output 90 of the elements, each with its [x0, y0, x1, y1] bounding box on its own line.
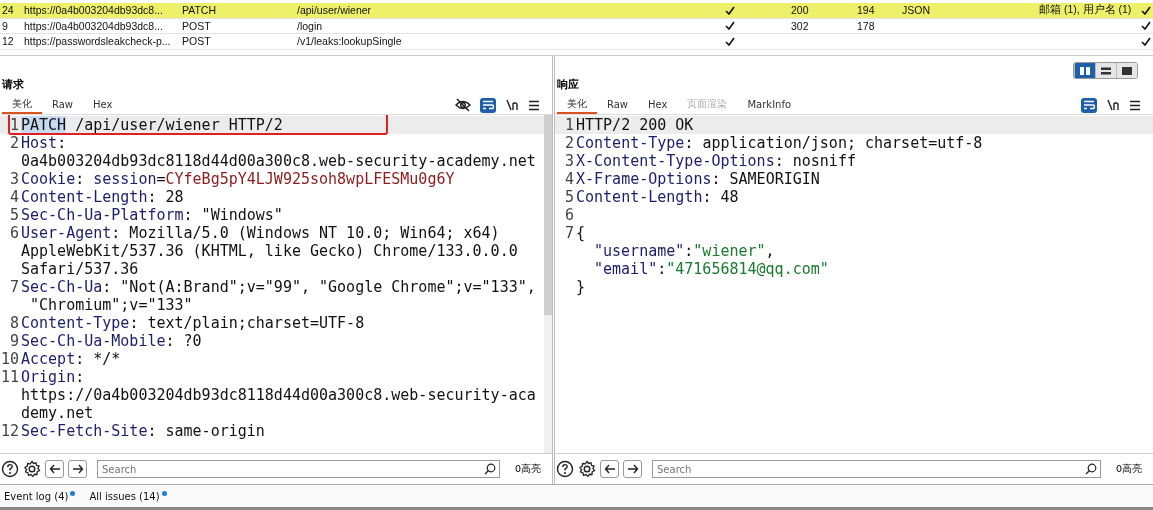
- code-line: 7 Sec-Ch-Ua: "Not(A:Brand";v="99", "Google Chrome";v="133",: [8, 278, 537, 296]
- url-cell-text: /login: [297, 19, 324, 32]
- length-cell-text: 178: [857, 19, 876, 32]
- status-cell-text: 200: [791, 4, 810, 17]
- settings-icon[interactable]: [23, 460, 41, 478]
- search-field[interactable]: Search: [652, 460, 1101, 478]
- back-button[interactable]: [600, 460, 619, 478]
- layout-toggle-button[interactable]: [1074, 63, 1095, 78]
- history-row[interactable]: 12 https://passwordsleakcheck-p... POST /v1/leaks:lookupSingle: [0, 34, 1153, 50]
- wrap-lines-icon[interactable]: [1081, 97, 1097, 113]
- notes-cell-text: 邮箱 (1), 用户名 (1): [1039, 3, 1133, 18]
- code-line: "email":"471656814@qq.com": [593, 260, 830, 278]
- method-cell-text: POST: [182, 19, 212, 32]
- code-line: 3 Cookie: session=CYfeBg5pY4LJW925soh8wpLFESMu0g6Y: [8, 170, 456, 188]
- eye-slash-icon[interactable]: [455, 98, 471, 112]
- columns-icon: [1079, 65, 1091, 76]
- code-line: 11 Origin:: [0, 368, 86, 386]
- editor-tab[interactable]: Hex: [638, 96, 678, 114]
- host-cell-text: https://0a4b003204db93dc8...: [24, 4, 164, 17]
- code-line: 7{: [563, 224, 587, 242]
- status-cell-text: 302: [791, 19, 810, 32]
- host-cell-text: https://passwordsleakcheck-p...: [24, 35, 172, 48]
- layout-toggle-button[interactable]: [1095, 63, 1116, 78]
- row-number: 12: [1, 35, 15, 48]
- url-cell-text: /api/user/wiener: [297, 4, 373, 17]
- scrollbar-thumb[interactable]: [544, 115, 552, 315]
- forward-button[interactable]: [623, 460, 642, 478]
- panel-title: 请求: [2, 77, 24, 92]
- code-line: https://0a4b003204db93dc8118d44d00a300c8.web-security-aca: [20, 386, 537, 404]
- editor-tab[interactable]: Hex: [83, 96, 123, 114]
- search-field[interactable]: Search: [97, 460, 500, 478]
- rows-icon: [1100, 65, 1112, 76]
- code-line: }: [575, 278, 587, 296]
- code-line: 0a4b003204db93dc8118d44d00a300c8.web-security-academy.net: [20, 152, 537, 170]
- history-row[interactable]: 24 https://0a4b003204db93dc8... PATCH /api/user/wiener 200 194 JSON 邮箱 (1), 用户名 (1): [0, 3, 1153, 19]
- highlight-count: 0高亮: [1114, 462, 1143, 476]
- code-line: 10Accept: */*: [0, 350, 122, 368]
- status-tab[interactable]: Event log (4): [4, 490, 69, 502]
- menu-icon[interactable]: [1129, 99, 1141, 111]
- code-line: 5 Content-Length: 48: [563, 188, 740, 206]
- editor-tab[interactable]: 美化: [2, 96, 42, 114]
- host-cell-text: https://0a4b003204db93dc8...: [24, 19, 164, 32]
- code-line: 2 Content-Type: application/json; charset=utf-8: [563, 134, 984, 152]
- left-arrow-icon: [603, 464, 616, 474]
- newline-icon[interactable]: [1106, 99, 1120, 111]
- help-icon[interactable]: [556, 460, 574, 478]
- layout-toggle-button[interactable]: [1116, 63, 1137, 78]
- code-line: 8 Content-Type: text/plain;charset=UTF-8: [8, 314, 366, 332]
- code-line: 4Content-Length: 28: [8, 188, 185, 206]
- url-cell-text: /v1/leaks:lookupSingle: [297, 35, 403, 48]
- settings-icon[interactable]: [578, 460, 596, 478]
- row-number: 9: [1, 19, 9, 32]
- code-line: 3X-Content-Type-Options: nosniff: [563, 152, 857, 170]
- code-line: 9 Sec-Ch-Ua-Mobile: ?0: [8, 332, 203, 350]
- square-icon: [1121, 65, 1133, 76]
- method-cell-text: POST: [182, 35, 212, 48]
- search-icon[interactable]: [484, 463, 496, 475]
- code-line: 6: [563, 206, 575, 224]
- code-line: demy.net: [20, 404, 95, 422]
- code-line: 5 Sec-Ch-Ua-Platform: "Windows": [8, 206, 284, 224]
- code-line: 6 User-Agent: Mozilla/5.0 (Windows NT 10.0; Win64; x64): [8, 224, 501, 242]
- editor-tab[interactable]: Raw: [42, 96, 84, 114]
- forward-button[interactable]: [68, 460, 87, 478]
- code-line: "username":"wiener",: [593, 242, 776, 260]
- right-arrow-icon: [71, 464, 84, 474]
- newline-icon[interactable]: [505, 99, 519, 111]
- code-line: Safari/537.36: [20, 260, 140, 278]
- wrap-lines-icon[interactable]: [480, 97, 496, 113]
- code-line: 12 Sec-Fetch-Site: same-origin: [0, 422, 266, 440]
- history-row[interactable]: 9 https://0a4b003204db93dc8... POST /login 302 178: [0, 18, 1153, 34]
- editor-tab[interactable]: Raw: [597, 96, 639, 114]
- row-number: 24: [1, 4, 15, 17]
- editor-tab[interactable]: MarkInfo: [737, 96, 802, 114]
- code-line: 2 Host:: [8, 134, 68, 152]
- code-line: "Chromium";v="133": [29, 296, 194, 314]
- mime-cell-text: JSON: [902, 4, 931, 17]
- method-cell-text: PATCH: [182, 4, 218, 17]
- right-arrow-icon: [626, 464, 639, 474]
- code-line: AppleWebKit/537.36 (KHTML, like Gecko) Chrome/133.0.0.0: [20, 242, 519, 260]
- panel-title: 响应: [557, 77, 579, 92]
- status-tab[interactable]: All issues (14): [89, 490, 160, 502]
- search-icon[interactable]: [1085, 463, 1097, 475]
- help-icon[interactable]: [1, 460, 19, 478]
- editor-tab[interactable]: 美化: [557, 96, 597, 114]
- left-arrow-icon: [48, 464, 61, 474]
- highlight-count: 0高亮: [513, 462, 542, 476]
- length-cell-text: 194: [857, 4, 876, 17]
- back-button[interactable]: [45, 460, 64, 478]
- menu-icon[interactable]: [528, 99, 540, 111]
- code-line: 4X-Frame-Options: SAMEORIGIN: [563, 170, 821, 188]
